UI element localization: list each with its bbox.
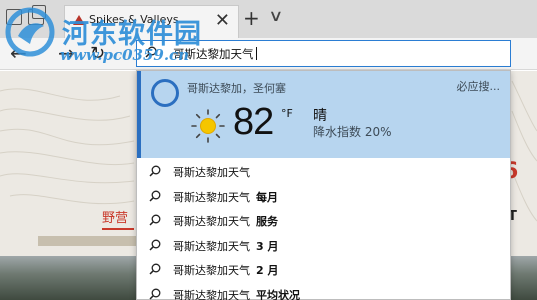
suggestion-item[interactable]: 哥斯达黎加天气 3 月 bbox=[137, 233, 510, 258]
suggestion-text: 哥斯达黎加天气 平均状况 bbox=[173, 288, 300, 300]
weather-source: 必应搜... bbox=[456, 80, 501, 93]
weather-card[interactable]: 哥斯达黎加，圣何塞 必应搜... 82 °F 晴 降水指数 20% bbox=[137, 71, 510, 158]
close-icon[interactable]: ✕ bbox=[215, 10, 230, 32]
suggestion-text: 哥斯达黎加天气 3 月 bbox=[173, 239, 279, 253]
page-nav-link[interactable]: 野营 bbox=[102, 207, 135, 230]
suggestion-text: 哥斯达黎加天气 服务 bbox=[173, 215, 278, 228]
temperature-value: 82 bbox=[233, 101, 274, 143]
suggestion-item[interactable]: 哥斯达黎加天气 每月 bbox=[137, 184, 510, 209]
search-icon bbox=[149, 165, 161, 177]
watermark-logo-icon bbox=[5, 7, 55, 57]
weather-location: 哥斯达黎加，圣何塞 bbox=[187, 82, 286, 95]
search-icon bbox=[149, 263, 161, 275]
suggestion-item[interactable]: 哥斯达黎加天气 bbox=[137, 159, 510, 184]
suggestion-item[interactable]: 哥斯达黎加天气 服务 bbox=[137, 208, 510, 233]
search-icon bbox=[149, 190, 161, 202]
search-icon bbox=[149, 239, 161, 251]
watermark-url: www.pc0359.cn bbox=[60, 46, 190, 64]
suggestion-text: 哥斯达黎加天气 2 月 bbox=[173, 264, 279, 277]
chevron-down-icon[interactable]: ∨ bbox=[268, 5, 283, 27]
weather-condition: 晴 bbox=[313, 108, 327, 124]
suggestion-list: 哥斯达黎加天气 哥斯达黎加天气 每月 哥斯达黎加天气 服务 哥斯达黎加天气 3 月 哥… bbox=[137, 159, 510, 300]
suggestion-item[interactable]: 哥斯达黎加天气 平均状况 bbox=[137, 282, 510, 300]
text-caret bbox=[255, 47, 257, 60]
cortana-ring-icon bbox=[151, 79, 179, 107]
sun-icon bbox=[191, 109, 225, 143]
suggestion-item[interactable]: 哥斯达黎加天气 2 月 bbox=[137, 257, 510, 282]
search-suggestions-dropdown: 哥斯达黎加，圣何塞 必应搜... 82 °F 晴 降水指数 20% 哥斯达黎加天… bbox=[136, 70, 511, 300]
search-icon bbox=[149, 288, 161, 300]
search-icon bbox=[149, 214, 161, 226]
temperature-unit: °F bbox=[281, 107, 293, 120]
page-banner bbox=[38, 236, 136, 246]
plus-icon[interactable]: + bbox=[243, 7, 260, 29]
precipitation-chance: 降水指数 20% bbox=[313, 125, 392, 139]
suggestion-text: 哥斯达黎加天气 每月 bbox=[173, 190, 278, 204]
suggestion-text: 哥斯达黎加天气 bbox=[173, 166, 250, 179]
